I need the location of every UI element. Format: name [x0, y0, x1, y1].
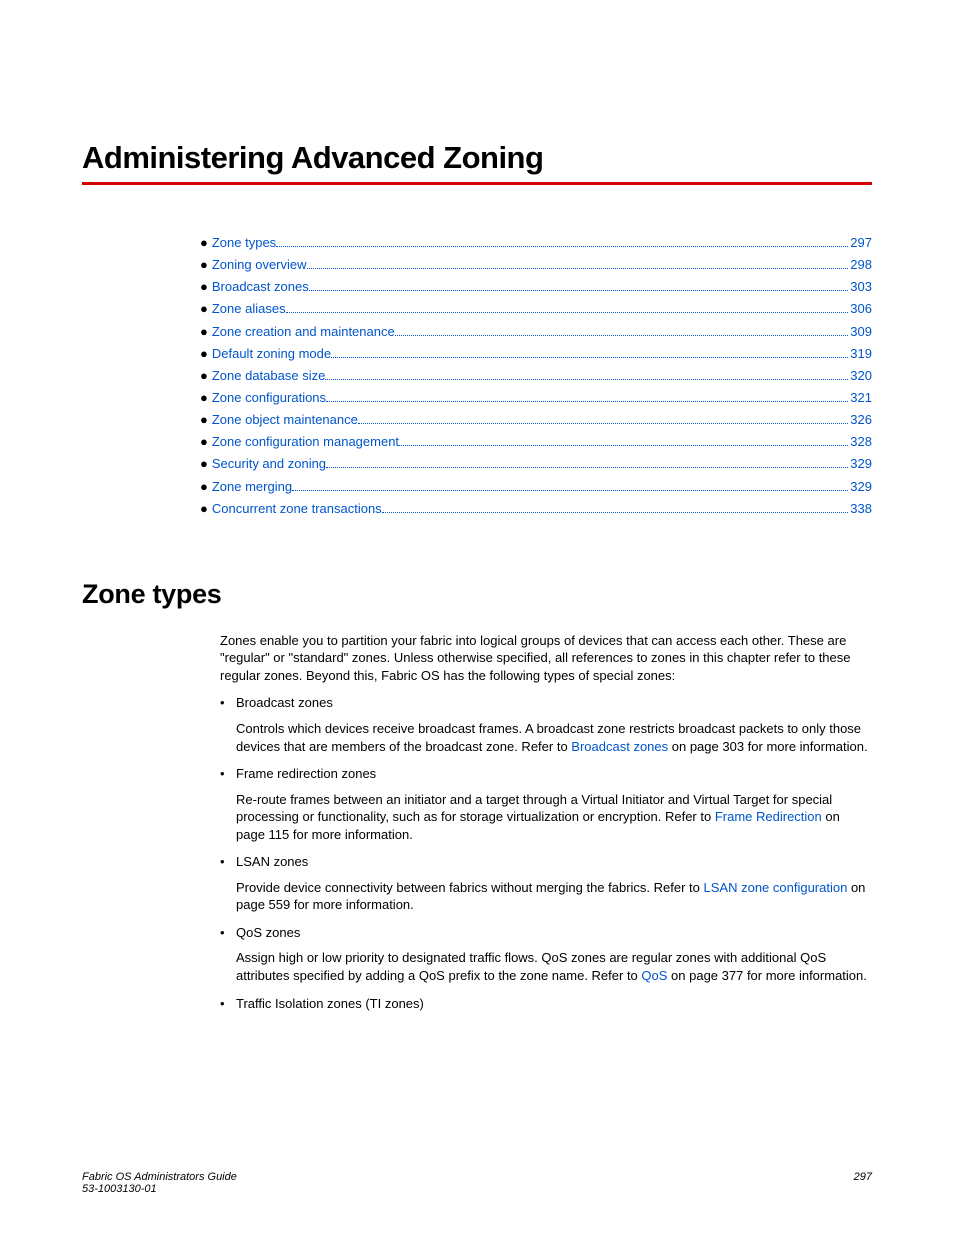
toc-leader — [286, 312, 849, 313]
list-item: Frame redirection zones Re-route frames … — [220, 765, 872, 843]
bullet-icon: ● — [200, 454, 208, 474]
bullet-icon: ● — [200, 344, 208, 364]
toc-entry[interactable]: ●Zone merging 329 — [200, 477, 872, 497]
footer-doc-number: 53-1003130-01 — [82, 1183, 237, 1195]
bullet-heading: Frame redirection zones — [236, 765, 872, 783]
bullet-heading: Broadcast zones — [236, 694, 872, 712]
bullet-description: Re-route frames between an initiator and… — [236, 791, 872, 844]
frame-redirection-link[interactable]: Frame Redirection — [715, 809, 822, 824]
zone-types-list: Broadcast zones Controls which devices r… — [220, 694, 872, 1012]
toc-entry[interactable]: ●Broadcast zones 303 — [200, 277, 872, 297]
text-run: on page 303 for more information. — [668, 739, 867, 754]
toc-leader — [309, 290, 849, 291]
body-text: Zones enable you to partition your fabri… — [220, 632, 872, 1012]
toc-label[interactable]: Zone database size — [212, 366, 325, 386]
list-item: LSAN zones Provide device connectivity b… — [220, 853, 872, 914]
intro-paragraph: Zones enable you to partition your fabri… — [220, 632, 872, 685]
toc-page[interactable]: 338 — [850, 499, 872, 519]
toc-leader — [325, 379, 848, 380]
bullet-icon: ● — [200, 322, 208, 342]
toc-label[interactable]: Zone creation and maintenance — [212, 322, 395, 342]
toc-leader — [395, 335, 849, 336]
bullet-icon: ● — [200, 388, 208, 408]
bullet-icon: ● — [200, 432, 208, 452]
toc-page[interactable]: 326 — [850, 410, 872, 430]
list-item: Traffic Isolation zones (TI zones) — [220, 995, 872, 1013]
text-run: on page 377 for more information. — [667, 968, 866, 983]
toc-label[interactable]: Concurrent zone transactions — [212, 499, 382, 519]
toc-entry[interactable]: ●Zone aliases 306 — [200, 299, 872, 319]
toc-entry[interactable]: ●Zone configuration management 328 — [200, 432, 872, 452]
toc-page[interactable]: 320 — [850, 366, 872, 386]
table-of-contents: ●Zone types297 ●Zoning overview298 ●Broa… — [200, 233, 872, 519]
toc-page[interactable]: 329 — [850, 454, 872, 474]
footer-page-number: 297 — [854, 1171, 872, 1195]
toc-leader — [399, 445, 848, 446]
toc-leader — [382, 512, 849, 513]
bullet-description: Controls which devices receive broadcast… — [236, 720, 872, 755]
toc-page[interactable]: 319 — [850, 344, 872, 364]
toc-entry[interactable]: ●Zone creation and maintenance 309 — [200, 322, 872, 342]
toc-label[interactable]: Zone configurations — [212, 388, 326, 408]
bullet-icon: ● — [200, 233, 208, 253]
toc-page[interactable]: 306 — [850, 299, 872, 319]
bullet-icon: ● — [200, 299, 208, 319]
bullet-description: Provide device connectivity between fabr… — [236, 879, 872, 914]
toc-page[interactable]: 309 — [850, 322, 872, 342]
toc-entry[interactable]: ●Concurrent zone transactions 338 — [200, 499, 872, 519]
toc-page[interactable]: 297 — [850, 233, 872, 253]
bullet-icon: ● — [200, 477, 208, 497]
bullet-heading: LSAN zones — [236, 853, 872, 871]
toc-label[interactable]: Default zoning mode — [212, 344, 331, 364]
list-item: QoS zones Assign high or low priority to… — [220, 924, 872, 985]
toc-leader — [326, 467, 848, 468]
toc-page[interactable]: 303 — [850, 277, 872, 297]
toc-entry[interactable]: ●Default zoning mode 319 — [200, 344, 872, 364]
toc-entry[interactable]: ●Zone types 297 — [200, 233, 872, 253]
toc-leader — [326, 401, 848, 402]
bullet-icon: ● — [200, 255, 208, 275]
document-page: Administering Advanced Zoning ●Zone type… — [0, 0, 954, 1062]
bullet-icon: ● — [200, 410, 208, 430]
lsan-zone-link[interactable]: LSAN zone configuration — [704, 880, 848, 895]
bullet-icon: ● — [200, 277, 208, 297]
toc-page[interactable]: 298 — [850, 255, 872, 275]
toc-label[interactable]: Security and zoning — [212, 454, 326, 474]
toc-page[interactable]: 329 — [850, 477, 872, 497]
toc-page[interactable]: 321 — [850, 388, 872, 408]
toc-page[interactable]: 328 — [850, 432, 872, 452]
chapter-rule — [82, 182, 872, 185]
toc-label[interactable]: Zoning overview — [212, 255, 307, 275]
toc-leader — [292, 490, 848, 491]
bullet-heading: Traffic Isolation zones (TI zones) — [236, 995, 872, 1013]
toc-label[interactable]: Broadcast zones — [212, 277, 309, 297]
footer-doc-title: Fabric OS Administrators Guide — [82, 1171, 237, 1183]
qos-link[interactable]: QoS — [641, 968, 667, 983]
toc-label[interactable]: Zone object maintenance — [212, 410, 358, 430]
toc-label[interactable]: Zone aliases — [212, 299, 286, 319]
toc-leader — [331, 357, 848, 358]
toc-entry[interactable]: ●Zone configurations 321 — [200, 388, 872, 408]
bullet-icon: ● — [200, 366, 208, 386]
toc-label[interactable]: Zone configuration management — [212, 432, 399, 452]
page-footer: Fabric OS Administrators Guide 53-100313… — [82, 1171, 872, 1195]
toc-label[interactable]: Zone merging — [212, 477, 292, 497]
footer-left: Fabric OS Administrators Guide 53-100313… — [82, 1171, 237, 1195]
toc-entry[interactable]: ●Zone database size 320 — [200, 366, 872, 386]
toc-leader — [307, 268, 849, 269]
list-item: Broadcast zones Controls which devices r… — [220, 694, 872, 755]
section-title: Zone types — [82, 579, 872, 610]
bullet-heading: QoS zones — [236, 924, 872, 942]
text-run: Provide device connectivity between fabr… — [236, 880, 704, 895]
broadcast-zones-link[interactable]: Broadcast zones — [571, 739, 668, 754]
chapter-title: Administering Advanced Zoning — [82, 140, 872, 176]
toc-leader — [358, 423, 848, 424]
toc-entry[interactable]: ●Zone object maintenance 326 — [200, 410, 872, 430]
toc-entry[interactable]: ●Zoning overview 298 — [200, 255, 872, 275]
bullet-icon: ● — [200, 499, 208, 519]
bullet-description: Assign high or low priority to designate… — [236, 949, 872, 984]
toc-label[interactable]: Zone types — [212, 233, 276, 253]
toc-entry[interactable]: ●Security and zoning 329 — [200, 454, 872, 474]
toc-leader — [276, 246, 848, 247]
